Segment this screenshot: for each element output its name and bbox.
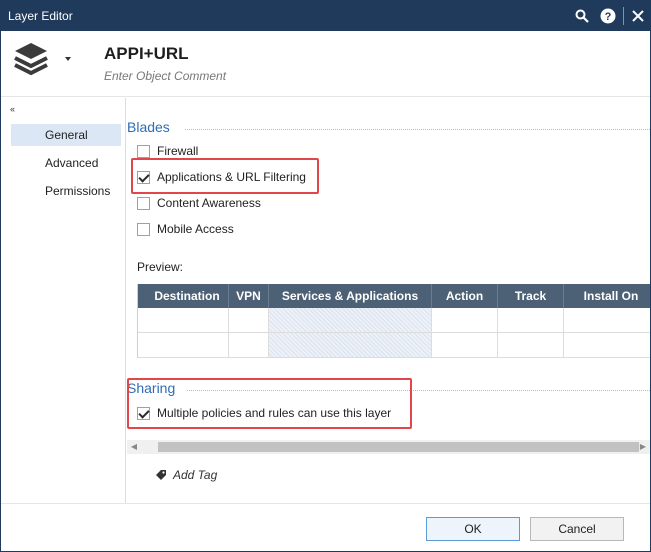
table-cell — [229, 333, 269, 358]
blade-label: Firewall — [157, 144, 199, 158]
column-header-install-on: Install On — [583, 289, 639, 303]
table-cell — [138, 333, 229, 358]
general-panel: Blades Firewall Applications & URL Filte… — [127, 98, 650, 503]
blade-label: Mobile Access — [157, 222, 234, 236]
sharing-option[interactable]: Multiple policies and rules can use this… — [137, 403, 391, 423]
blade-label: Applications & URL Filtering — [157, 170, 306, 184]
table-cell — [138, 308, 229, 333]
blades-section-title: Blades — [127, 119, 170, 135]
blade-applications-url-filtering[interactable]: Applications & URL Filtering — [137, 167, 306, 187]
table-cell — [432, 308, 498, 333]
titlebar-separator — [623, 7, 624, 25]
table-cell — [269, 308, 432, 333]
preview-table-header: Destination VPN Services & Applications … — [138, 284, 650, 308]
table-cell — [564, 308, 650, 333]
add-tag-link[interactable]: Add Tag — [155, 468, 217, 482]
column-header-track: Track — [498, 284, 564, 308]
chevron-down-icon[interactable] — [65, 57, 71, 61]
blade-label: Content Awareness — [157, 196, 261, 210]
table-cell — [498, 333, 564, 358]
sidebar-item-permissions[interactable]: Permissions — [11, 180, 121, 202]
checkbox[interactable] — [137, 222, 150, 236]
sidebar-item-advanced[interactable]: Advanced — [11, 152, 121, 174]
column-header-action: Action — [432, 284, 498, 308]
preview-label: Preview: — [137, 260, 184, 274]
help-icon[interactable]: ? — [597, 5, 619, 27]
section-divider — [185, 129, 650, 130]
column-header-destination: Destination — [138, 284, 229, 308]
checkbox[interactable] — [137, 144, 150, 158]
column-header-vpn: VPN — [229, 284, 269, 308]
table-cell — [498, 308, 564, 333]
blade-firewall[interactable]: Firewall — [137, 141, 198, 161]
checkbox[interactable] — [137, 406, 150, 420]
ok-button[interactable]: OK — [426, 517, 520, 541]
window-title: Layer Editor — [8, 9, 73, 23]
svg-text:?: ? — [605, 11, 612, 23]
scroll-right-icon[interactable]: ▶ — [636, 440, 650, 454]
object-comment-field[interactable]: Enter Object Comment — [104, 69, 226, 83]
close-icon[interactable] — [627, 5, 649, 27]
object-name[interactable]: APPI+URL — [104, 44, 189, 64]
table-cell — [269, 333, 432, 358]
section-divider — [187, 390, 650, 391]
search-icon[interactable] — [571, 5, 593, 27]
layer-editor-window: Layer Editor ? APPI+URL Enter Object Com… — [0, 0, 651, 552]
sharing-section-title: Sharing — [127, 380, 176, 396]
horizontal-scrollbar[interactable]: ◀ ▶ — [127, 440, 650, 454]
checkbox[interactable] — [137, 170, 150, 184]
scrollbar-thumb[interactable] — [158, 442, 639, 452]
table-cell — [229, 308, 269, 333]
sharing-option-label: Multiple policies and rules can use this… — [157, 406, 392, 420]
collapse-sidebar-icon[interactable]: ‹‹ — [10, 104, 15, 114]
preview-table: Destination VPN Services & Applications … — [137, 284, 650, 358]
tag-icon — [156, 470, 166, 480]
layers-icon[interactable] — [11, 39, 51, 79]
scroll-left-icon[interactable]: ◀ — [127, 440, 141, 454]
dialog-footer: OK Cancel — [1, 503, 650, 551]
cancel-button[interactable]: Cancel — [530, 517, 624, 541]
table-cell — [564, 333, 650, 358]
blade-mobile-access[interactable]: Mobile Access — [137, 219, 234, 239]
checkbox[interactable] — [137, 196, 150, 210]
sidebar-item-general[interactable]: General — [11, 124, 121, 146]
blade-content-awareness[interactable]: Content Awareness — [137, 193, 261, 213]
title-bar: Layer Editor ? — [1, 1, 650, 31]
add-tag-label: Add Tag — [173, 468, 218, 482]
sidebar: ‹‹ General Advanced Permissions — [1, 98, 126, 503]
object-header: APPI+URL Enter Object Comment — [1, 31, 650, 97]
column-header-services-applications: Services & Applications — [269, 284, 432, 308]
table-cell — [432, 333, 498, 358]
